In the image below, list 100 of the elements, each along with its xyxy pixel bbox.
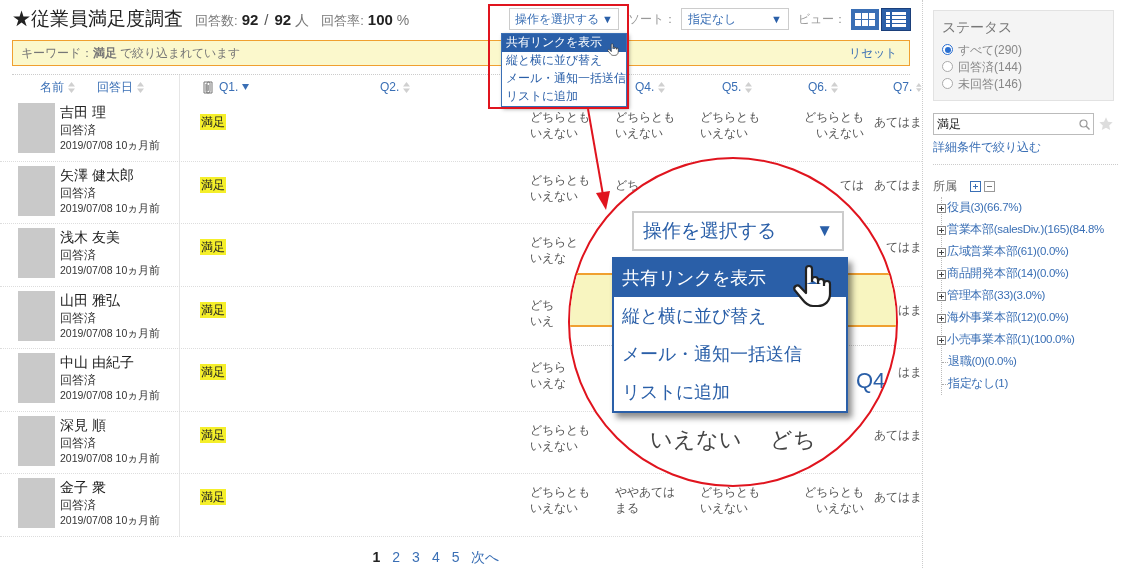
response-status: 回答済 — [60, 184, 97, 201]
advanced-filter-link[interactable]: 詳細条件で絞り込む — [933, 138, 1041, 156]
response-status: 回答済 — [60, 247, 97, 263]
response-date: 2019/07/08 — [60, 138, 113, 153]
respondent-name[interactable]: 吉田 理 — [60, 103, 161, 122]
response-date: 2019/07/08 — [60, 388, 113, 403]
search-field[interactable]: 満足 — [933, 113, 1094, 135]
magnified-column-header: Q4 — [856, 367, 886, 395]
respondent-name[interactable]: 浅木 友美 — [60, 228, 161, 247]
photo-placeholder — [18, 353, 55, 403]
photo-placeholder — [18, 290, 55, 341]
photo-placeholder — [18, 415, 55, 466]
page-link[interactable]: 4 — [431, 546, 440, 568]
respondent-name[interactable]: 中山 由紀子 — [60, 353, 161, 372]
answer-text: 満足 — [200, 176, 226, 193]
response-date: 2019/07/08 — [60, 450, 113, 466]
group-item[interactable]: 退職(0)(0.0%) — [948, 353, 1017, 371]
menu-item[interactable]: 共有リンクを表示 — [502, 34, 626, 52]
reset-link[interactable]: リセット — [849, 44, 897, 62]
radio-button[interactable] — [942, 44, 953, 55]
answered-count: 92 — [241, 9, 259, 30]
answer-text: ややあては まる — [615, 484, 675, 516]
menu-item[interactable]: メール・通知一括送信 — [502, 70, 626, 88]
status-title: ステータス — [942, 18, 1013, 37]
answer-text: あてはま — [874, 114, 922, 130]
answer-text: 満足 — [200, 114, 226, 130]
separator: / — [264, 9, 269, 30]
response-status: 回答済 — [60, 309, 97, 326]
page-link[interactable]: 2 — [392, 546, 401, 568]
answer-text: どちら いえな — [530, 359, 566, 391]
answer-text: どちらとも いえない — [615, 109, 675, 141]
group-item[interactable]: 指定なし(1) — [948, 375, 1008, 393]
answer-text: どちらとも いえない — [700, 484, 760, 516]
magnified-answer-text: どち — [770, 426, 816, 454]
answer-text: どち いえ — [530, 296, 554, 329]
menu-item[interactable]: 縦と横に並び替え — [502, 52, 626, 70]
hand-cursor-icon — [606, 40, 620, 58]
radio-button[interactable] — [942, 61, 953, 72]
filter-message: キーワード：満足 で絞り込まれています — [21, 45, 241, 62]
column-header[interactable]: Q2. — [380, 78, 400, 96]
group-item[interactable]: 管理本部(33)(3.0%) — [947, 287, 1046, 305]
respondent-name[interactable]: 矢澤 健太郎 — [60, 165, 161, 185]
grid-view-button[interactable] — [851, 8, 879, 30]
group-item[interactable]: 広域営業本部(61)(0.0%) — [947, 243, 1069, 261]
column-header[interactable]: 名前 — [40, 78, 64, 96]
answer-text: 満足 — [200, 239, 226, 255]
column-header[interactable]: Q7. — [893, 78, 913, 96]
group-item[interactable]: 小売事業本部(1)(100.0%) — [947, 331, 1075, 349]
page-link[interactable]: 1 — [372, 546, 381, 568]
column-header[interactable]: Q4. — [635, 78, 655, 96]
elapsed-time: 10ヵ月前 — [115, 388, 161, 403]
answer-text: どちらとも いえない — [530, 484, 590, 516]
answer-text: 満足 — [200, 301, 226, 318]
group-item[interactable]: 海外事業本部(12)(0.0%) — [947, 309, 1069, 327]
elapsed-time: 10ヵ月前 — [115, 325, 161, 341]
answer-text: あてはま — [874, 489, 922, 505]
answer-text: どちらとも いえない — [530, 109, 590, 141]
respondent-name[interactable]: 深見 順 — [60, 415, 161, 435]
elapsed-time: 10ヵ月前 — [115, 450, 161, 466]
expand-all-icon — [970, 180, 981, 192]
sort-select[interactable]: 指定なし ▼ — [681, 8, 789, 30]
answer-text: あてはま — [874, 426, 922, 443]
page-link[interactable]: 5 — [451, 546, 460, 568]
answer-text: どちらとも いえない — [804, 109, 864, 141]
status-option[interactable]: すべて(290) — [958, 40, 1022, 59]
menu-item[interactable]: リストに追加 — [502, 88, 626, 106]
page-link[interactable]: 次へ — [471, 546, 500, 568]
group-item[interactable]: 商品開発本部(14)(0.0%) — [947, 265, 1069, 283]
column-header[interactable]: 回答日 — [97, 78, 133, 96]
radio-button[interactable] — [942, 78, 953, 89]
group-item[interactable]: 役員(3)(66.7%) — [947, 199, 1022, 217]
page-link[interactable]: 3 — [412, 546, 420, 568]
action-select[interactable]: 操作を選択する ▼ — [509, 8, 619, 30]
magnified-answer-text: いえない — [650, 426, 742, 454]
list-view-button[interactable] — [882, 8, 910, 30]
sort-label: ソート： — [628, 11, 676, 28]
answer-text: どちらと いえな — [530, 234, 578, 266]
star-icon[interactable] — [1098, 116, 1114, 132]
response-date: 2019/07/08 — [60, 200, 113, 216]
total-count: 92 — [274, 9, 292, 30]
respondent-name[interactable]: 金子 衆 — [60, 478, 161, 497]
page-title: ★従業員満足度調査 — [12, 6, 183, 31]
response-status: 回答済 — [60, 434, 97, 451]
answer-text: どちらとも いえない — [804, 484, 864, 516]
status-option[interactable]: 回答済(144) — [958, 57, 1022, 76]
answer-text: はま — [898, 301, 922, 318]
photo-placeholder — [18, 103, 55, 153]
elapsed-time: 10ヵ月前 — [115, 263, 161, 278]
status-option[interactable]: 未回答(146) — [958, 74, 1022, 93]
column-header[interactable]: Q6. — [808, 78, 828, 96]
rate-label: 回答率: — [321, 11, 364, 30]
answer-text: どち — [615, 176, 639, 193]
group-item[interactable]: 営業本部(salesDiv.)(165)(84.8% — [947, 221, 1104, 239]
answer-text: あてはま — [874, 176, 922, 193]
column-header[interactable]: Q5. — [722, 78, 742, 96]
respondent-name[interactable]: 山田 雅弘 — [60, 290, 161, 310]
count-label: 回答数: — [195, 11, 238, 30]
elapsed-time: 10ヵ月前 — [115, 200, 161, 216]
answer-text: 満足 — [200, 489, 226, 505]
column-header[interactable]: Q1. — [219, 78, 239, 96]
